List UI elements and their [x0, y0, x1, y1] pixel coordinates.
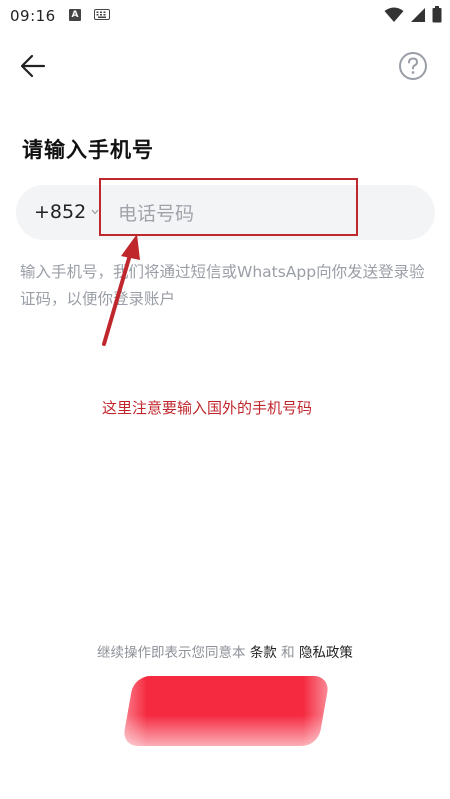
privacy-policy-link[interactable]: 隐私政策 — [299, 645, 353, 661]
signal-icon — [411, 7, 425, 22]
help-button[interactable] — [398, 51, 428, 81]
country-code-selector[interactable]: +852 — [34, 185, 86, 240]
back-button[interactable] — [18, 52, 48, 80]
keyboard-icon — [94, 9, 110, 20]
wifi-icon — [384, 7, 404, 22]
status-bar: 09:16 A — [0, 0, 450, 32]
phone-input-row: +852 — [16, 185, 435, 240]
terms-link[interactable]: 条款 — [250, 645, 277, 661]
status-right-icons — [384, 6, 442, 23]
terms-agreement-line: 继续操作即表示您同意本 条款 和 隐私政策 — [0, 641, 450, 661]
verification-hint-text: 输入手机号，我们将通过短信或WhatsApp向你发送登录验证码，以便你登录账户 — [20, 263, 425, 308]
status-time: 09:16 — [10, 7, 56, 25]
chevron-down-icon — [91, 209, 99, 215]
continue-button[interactable] — [121, 676, 331, 746]
terms-prefix-text: 继续操作即表示您同意本 — [97, 645, 246, 661]
arrow-left-icon — [20, 54, 46, 78]
battery-icon — [432, 6, 442, 23]
annotation-text: 这里注意要输入国外的手机号码 — [102, 399, 313, 417]
terms-joiner-text: 和 — [281, 645, 295, 661]
question-circle-icon — [399, 52, 427, 80]
page-title: 请输入手机号 — [22, 138, 154, 162]
phone-number-input[interactable] — [116, 193, 370, 235]
a-notification-icon: A — [69, 9, 81, 21]
